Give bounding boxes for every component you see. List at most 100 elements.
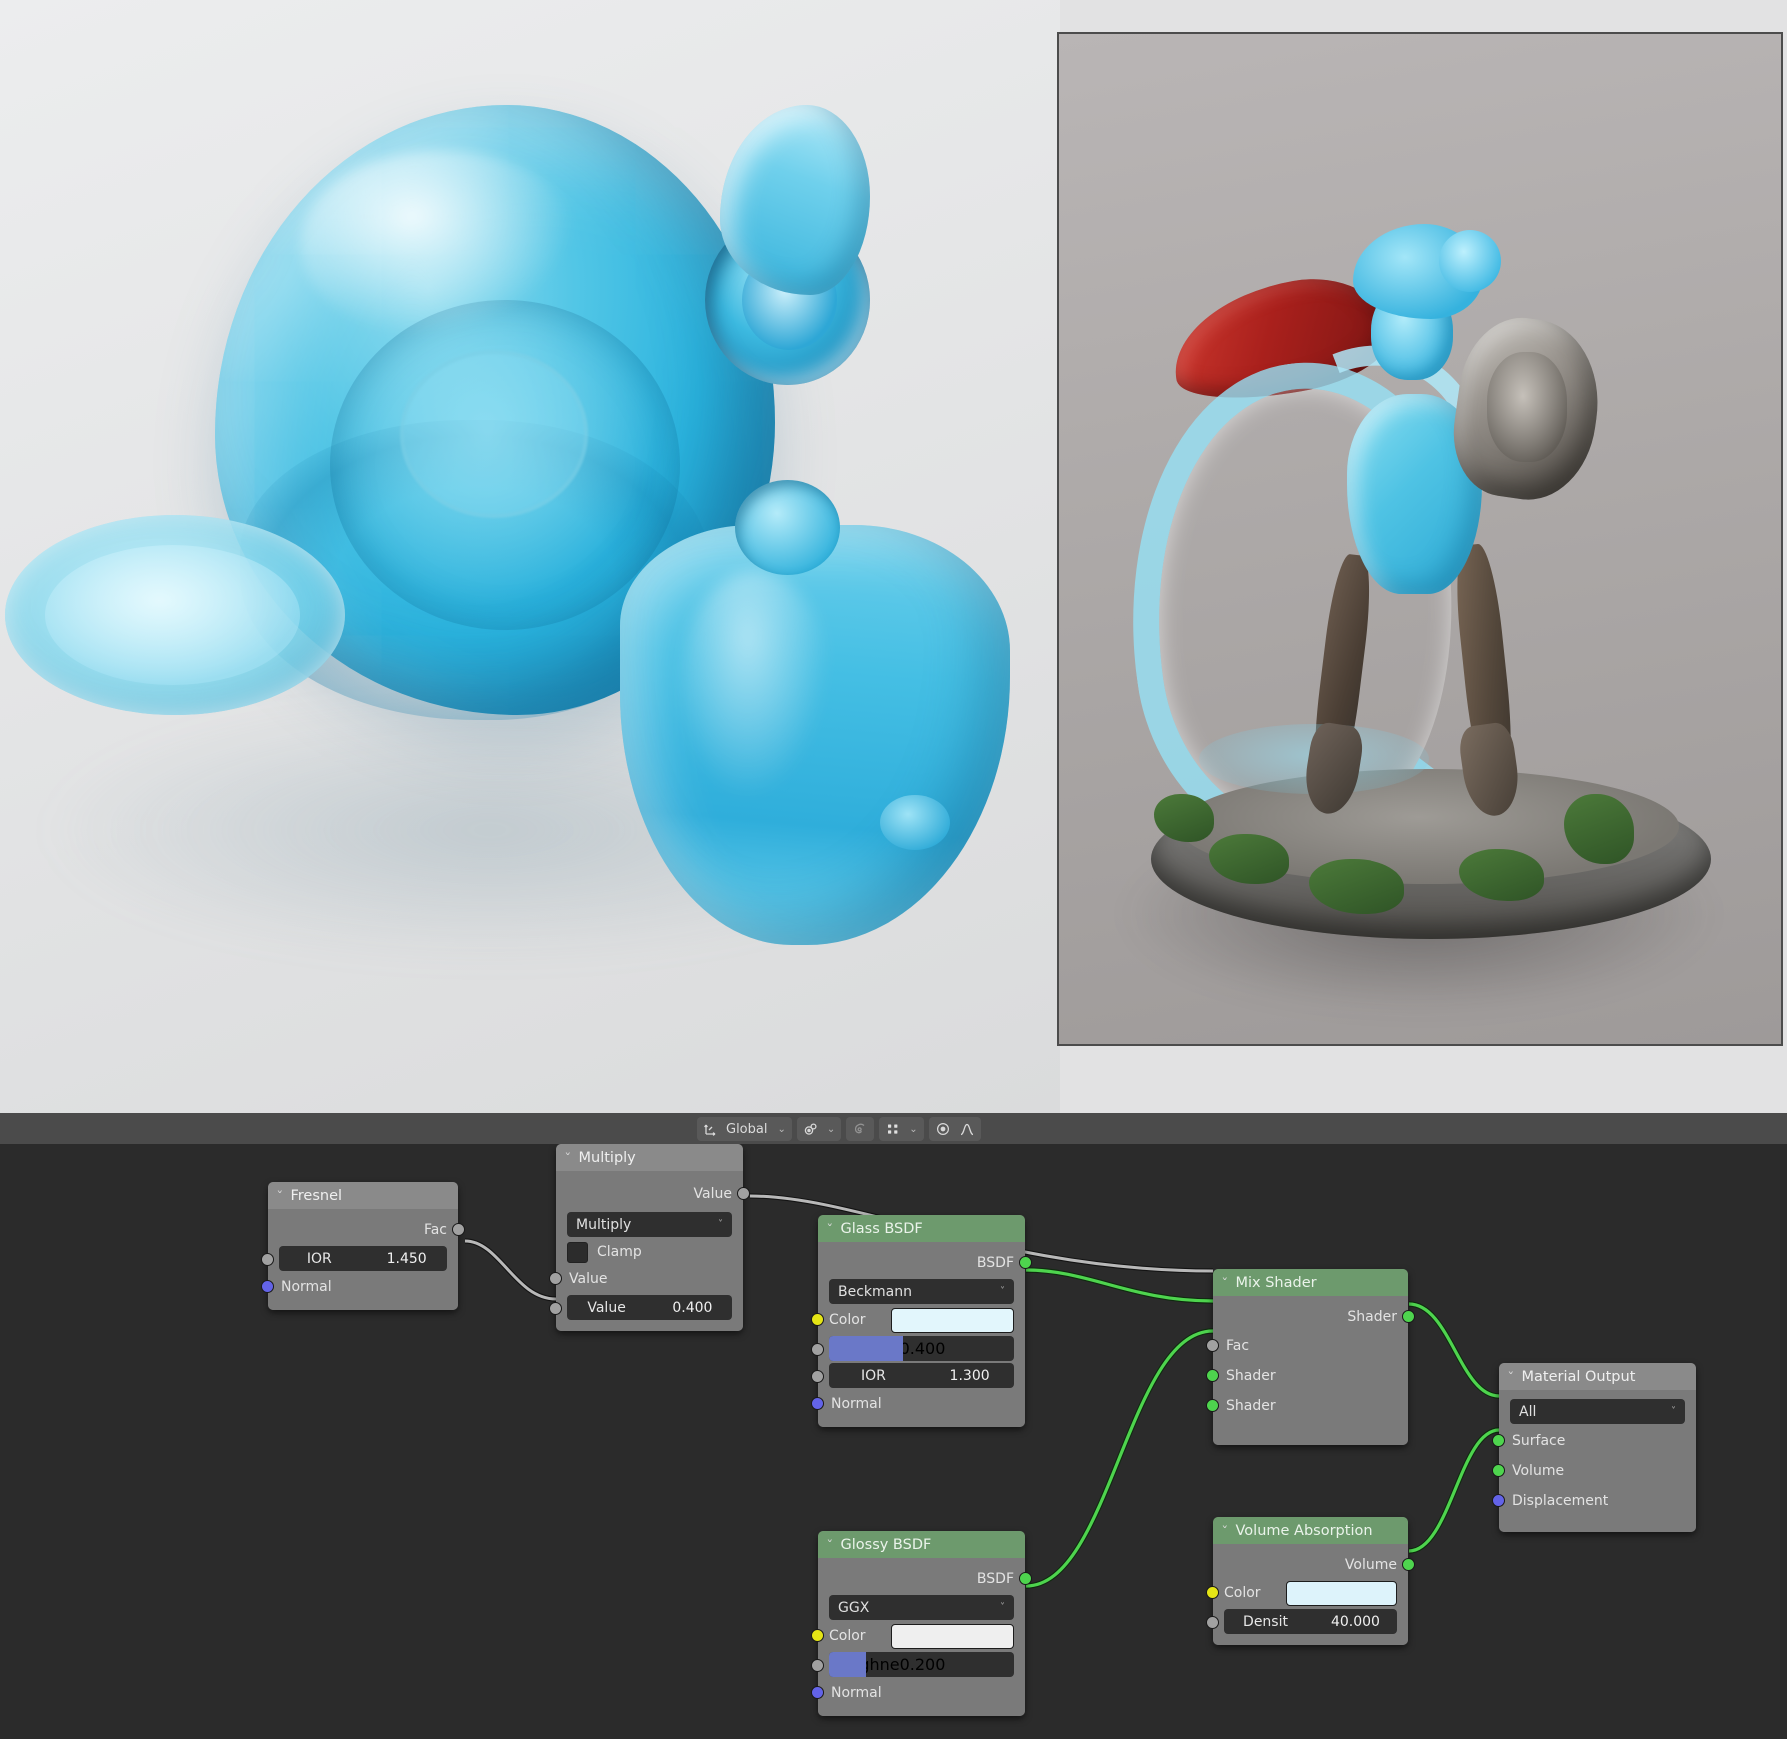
node-fresnel-input-normal[interactable]: Normal bbox=[261, 1273, 458, 1301]
chevron-down-icon[interactable]: ˅ bbox=[1671, 1406, 1676, 1417]
chevron-down-icon[interactable]: ˅ bbox=[718, 1219, 723, 1230]
chevron-down-icon[interactable]: ˅ bbox=[826, 1222, 833, 1235]
chevron-down-icon[interactable]: ˅ bbox=[1221, 1524, 1228, 1537]
color-swatch-glass[interactable] bbox=[891, 1307, 1014, 1333]
socket-color-input[interactable] bbox=[811, 1313, 824, 1326]
node-volume-color-row[interactable]: Color bbox=[1206, 1579, 1408, 1607]
socket-color-input[interactable] bbox=[1206, 1586, 1219, 1599]
node-output-input-volume[interactable]: Volume bbox=[1492, 1456, 1696, 1486]
chevron-down-icon[interactable]: ˅ bbox=[564, 1151, 571, 1164]
node-multiply-output-value[interactable]: Value bbox=[556, 1178, 750, 1210]
checkbox-clamp-row[interactable]: Clamp bbox=[556, 1239, 743, 1265]
socket-value2-input[interactable] bbox=[549, 1302, 562, 1315]
node-fresnel[interactable]: ˅ Fresnel Fac IOR 1.450 Normal bbox=[261, 1182, 465, 1310]
overlay-dot-icon[interactable] bbox=[932, 1118, 954, 1140]
node-fresnel-output-fac[interactable]: Fac bbox=[268, 1216, 465, 1244]
node-glossy-bsdf[interactable]: ˅ Glossy BSDF BSDF GGX ˅ Color Roughn bbox=[811, 1531, 1032, 1716]
socket-normal-input[interactable] bbox=[261, 1280, 274, 1293]
node-fresnel-body: Fac IOR 1.450 Normal bbox=[261, 1209, 465, 1310]
socket-surface-input[interactable] bbox=[1492, 1434, 1505, 1447]
slider-roughness[interactable]: Roughne 0.400 bbox=[829, 1336, 1014, 1361]
chevron-down-icon[interactable]: ˅ bbox=[1000, 1602, 1005, 1613]
falloff-curve-icon[interactable] bbox=[956, 1118, 978, 1140]
socket-shader-output[interactable] bbox=[1402, 1310, 1415, 1323]
socket-bsdf-output[interactable] bbox=[1019, 1572, 1032, 1585]
chevron-down-icon[interactable]: ˅ bbox=[1507, 1370, 1514, 1383]
socket-value-output[interactable] bbox=[737, 1187, 750, 1200]
socket-normal-input[interactable] bbox=[811, 1686, 824, 1699]
field-ior[interactable]: IOR 1.300 bbox=[829, 1363, 1014, 1388]
chevron-down-icon[interactable]: ˅ bbox=[826, 1538, 833, 1551]
node-output-input-displacement[interactable]: Displacement bbox=[1492, 1486, 1696, 1516]
node-mix-input-shader-1[interactable]: Shader bbox=[1206, 1361, 1408, 1391]
node-fresnel-header[interactable]: ˅ Fresnel bbox=[268, 1182, 458, 1209]
chevron-down-icon[interactable]: ⌄ bbox=[824, 1124, 838, 1135]
output-label: Value bbox=[693, 1186, 732, 1202]
socket-volume-output[interactable] bbox=[1402, 1558, 1415, 1571]
node-mix-shader[interactable]: ˅ Mix Shader Shader Fac Shader Shader bbox=[1206, 1269, 1415, 1445]
socket-ior-input[interactable] bbox=[811, 1370, 824, 1383]
node-mix-input-shader-2[interactable]: Shader bbox=[1206, 1391, 1408, 1421]
node-multiply-header[interactable]: ˅ Multiply bbox=[556, 1144, 743, 1171]
transform-orientation-dropdown[interactable]: Global ⌄ bbox=[697, 1117, 792, 1141]
node-glossy-output-bsdf[interactable]: BSDF bbox=[818, 1565, 1032, 1593]
chevron-down-icon[interactable]: ˅ bbox=[1221, 1276, 1228, 1289]
node-mix-output-shader[interactable]: Shader bbox=[1213, 1303, 1415, 1331]
node-glass-input-normal[interactable]: Normal bbox=[811, 1390, 1025, 1418]
chevron-down-icon[interactable]: ⌄ bbox=[774, 1124, 788, 1135]
field-value[interactable]: Value 0.400 bbox=[567, 1295, 732, 1320]
socket-color-input[interactable] bbox=[811, 1629, 824, 1642]
checkbox-clamp[interactable] bbox=[567, 1241, 588, 1263]
chevron-down-icon[interactable]: ˅ bbox=[276, 1189, 283, 1202]
slider-roughness[interactable]: Roughne 0.200 bbox=[829, 1652, 1014, 1677]
socket-ior-input[interactable] bbox=[261, 1253, 274, 1266]
socket-normal-input[interactable] bbox=[811, 1397, 824, 1410]
node-volume-absorption-header[interactable]: ˅ Volume Absorption bbox=[1213, 1517, 1408, 1544]
node-glass-color-row[interactable]: Color bbox=[811, 1306, 1025, 1334]
chevron-down-icon[interactable]: ˅ bbox=[1000, 1286, 1005, 1297]
chevron-down-icon[interactable]: ⌄ bbox=[906, 1124, 920, 1135]
snap-dropdown[interactable]: ⌄ bbox=[796, 1117, 842, 1141]
node-glossy-bsdf-header[interactable]: ˅ Glossy BSDF bbox=[818, 1531, 1025, 1558]
color-swatch-glossy[interactable] bbox=[891, 1623, 1014, 1649]
dropdown-operation[interactable]: Multiply ˅ bbox=[567, 1212, 732, 1237]
socket-roughness-input[interactable] bbox=[811, 1343, 824, 1356]
node-material-output[interactable]: ˅ Material Output All ˅ Surface Volume D… bbox=[1492, 1363, 1696, 1532]
proportional-editing-group[interactable] bbox=[846, 1117, 875, 1141]
node-glass-bsdf-header[interactable]: ˅ Glass BSDF bbox=[818, 1215, 1025, 1242]
node-glass-bsdf[interactable]: ˅ Glass BSDF BSDF Beckmann ˅ Color Ro bbox=[811, 1215, 1032, 1427]
field-density[interactable]: Densit 40.000 bbox=[1224, 1609, 1397, 1634]
dropdown-target[interactable]: All ˅ bbox=[1510, 1399, 1685, 1424]
color-swatch-volume[interactable] bbox=[1286, 1580, 1397, 1606]
socket-value-input[interactable] bbox=[549, 1272, 562, 1285]
node-output-input-surface[interactable]: Surface bbox=[1492, 1426, 1696, 1456]
dropdown-distribution[interactable]: GGX ˅ bbox=[829, 1595, 1014, 1620]
node-glossy-color-row[interactable]: Color bbox=[811, 1622, 1025, 1650]
socket-displacement-input[interactable] bbox=[1492, 1494, 1505, 1507]
node-volume-output[interactable]: Volume bbox=[1213, 1551, 1415, 1579]
socket-bsdf-output[interactable] bbox=[1019, 1256, 1032, 1269]
field-ior[interactable]: IOR 1.450 bbox=[279, 1246, 447, 1271]
node-volume-absorption[interactable]: ˅ Volume Absorption Volume Color Densit … bbox=[1206, 1517, 1415, 1645]
node-multiply[interactable]: ˅ Multiply Value Multiply ˅ Clamp Value bbox=[549, 1144, 750, 1331]
socket-roughness-input[interactable] bbox=[811, 1659, 824, 1672]
overlay-and-falloff-group[interactable] bbox=[928, 1117, 981, 1141]
node-multiply-input-value[interactable]: Value bbox=[549, 1265, 743, 1293]
socket-volume-input[interactable] bbox=[1492, 1464, 1505, 1477]
dropdown-distribution[interactable]: Beckmann ˅ bbox=[829, 1279, 1014, 1304]
proportional-edit-icon[interactable] bbox=[849, 1118, 871, 1140]
node-glossy-input-normal[interactable]: Normal bbox=[811, 1679, 1025, 1707]
socket-shader2-input[interactable] bbox=[1206, 1399, 1219, 1412]
socket-fac-output[interactable] bbox=[452, 1223, 465, 1236]
socket-shader1-input[interactable] bbox=[1206, 1369, 1219, 1382]
proportional-falloff-dropdown[interactable]: ⌄ bbox=[879, 1117, 924, 1141]
node-mix-input-fac[interactable]: Fac bbox=[1206, 1331, 1408, 1361]
socket-fac-input[interactable] bbox=[1206, 1339, 1219, 1352]
node-glass-output-bsdf[interactable]: BSDF bbox=[818, 1249, 1032, 1277]
dots-grid-icon[interactable] bbox=[882, 1118, 904, 1140]
socket-density-input[interactable] bbox=[1206, 1616, 1219, 1629]
preview-area bbox=[0, 0, 1787, 1113]
node-mix-shader-header[interactable]: ˅ Mix Shader bbox=[1213, 1269, 1408, 1296]
shader-node-canvas[interactable]: ˅ Fresnel Fac IOR 1.450 Normal ˅ Multipl… bbox=[0, 1144, 1787, 1739]
node-material-output-header[interactable]: ˅ Material Output bbox=[1499, 1363, 1696, 1390]
